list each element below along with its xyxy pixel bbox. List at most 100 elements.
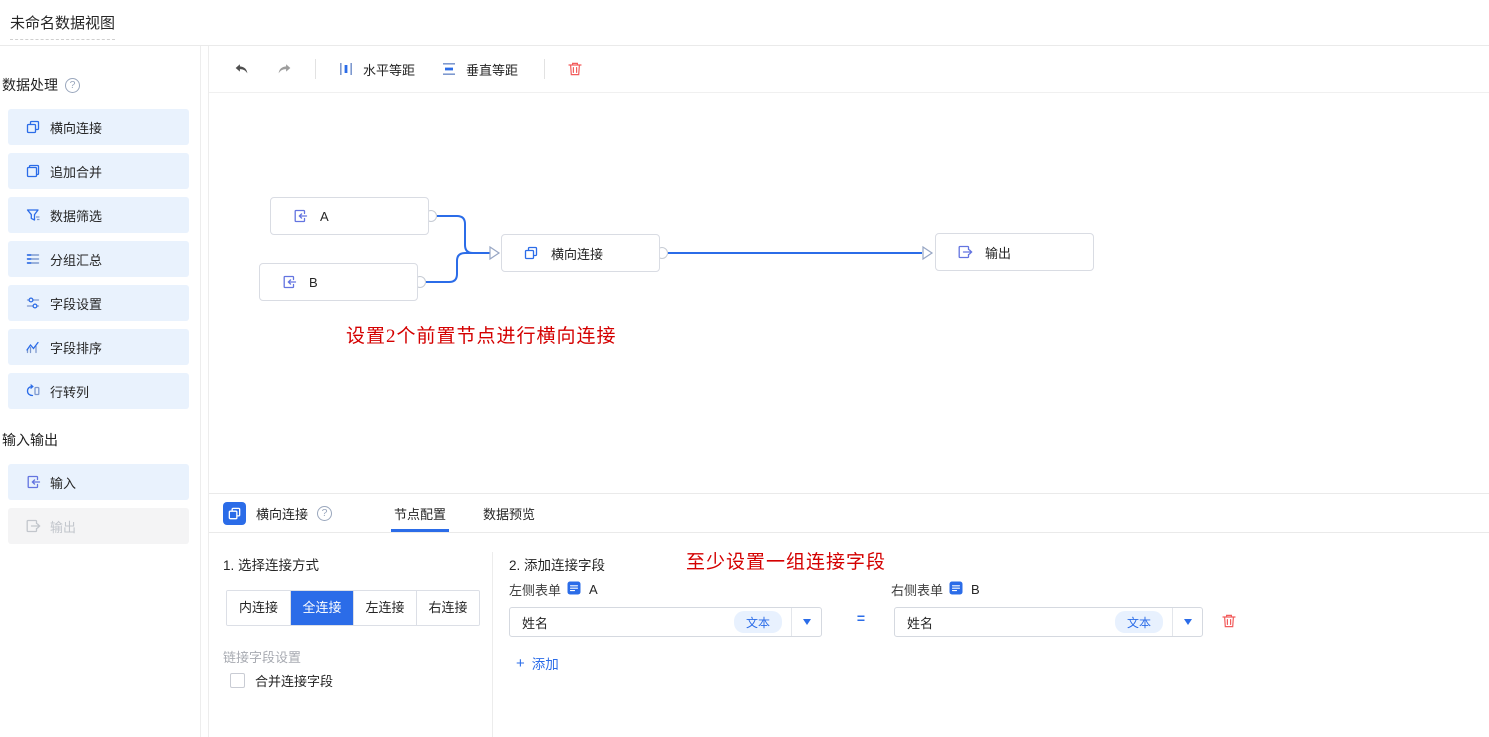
field-settings-icon [25,295,41,311]
left-form-name: A [589,582,598,597]
left-field-dropdown-button[interactable] [791,608,821,636]
left-field-select[interactable]: 姓名 文本 [509,607,822,637]
undo-icon[interactable] [233,61,250,78]
sidebar-item-filter[interactable]: 数据筛选 [8,197,189,233]
arrowhead-icon [490,247,499,259]
input-icon [25,474,41,490]
node-label: B [309,275,318,290]
flow-canvas[interactable]: A B 横向连接 输出 设置2 [209,93,1489,493]
distribute-vertical-label: 垂直等距 [466,60,518,79]
join-method-section: 1. 选择连接方式 内连接 全连接 左连接 右连接 链接字段设置 合并连接字段 [209,534,493,737]
panel-header: 横向连接 ? 节点配置 数据预览 [209,494,1489,533]
main-area: 水平等距 垂直等距 [208,46,1489,737]
help-icon[interactable]: ? [317,506,332,521]
join-fields-heading: 2. 添加连接字段 [509,554,605,574]
help-icon[interactable]: ? [65,78,80,93]
sidebar: 数据处理 ? 横向连接 追加合并 数据筛选 分组汇总 [0,46,201,737]
right-form-label: 右侧表单 B [891,580,980,599]
distribute-vertical-button[interactable]: 垂直等距 [441,60,518,79]
right-field-value: 姓名 [895,613,1115,632]
top-header: 未命名数据视图 [0,0,1489,46]
merge-join-fields-checkbox[interactable] [230,673,245,688]
sidebar-item-field-sort[interactable]: 字段排序 [8,329,189,365]
append-merge-icon [25,163,41,179]
join-fields-section: 2. 添加连接字段 至少设置一组连接字段 左侧表单 A 右侧表单 B [494,534,1489,737]
sidebar-item-input[interactable]: 输入 [8,464,189,500]
chevron-down-icon [803,619,811,625]
row-to-column-icon [25,383,41,399]
sidebar-item-label: 字段设置 [50,294,102,313]
arrowhead-icon [923,247,932,259]
flow-node-input-a[interactable]: A [270,197,429,235]
left-form-label-text: 左侧表单 [509,580,561,599]
sidebar-item-label: 输入 [50,473,76,492]
node-label: 输出 [985,243,1011,262]
toolbar-separator [544,59,545,79]
section-title-text: 输入输出 [2,430,58,450]
form-icon [949,581,963,598]
flow-node-join[interactable]: 横向连接 [501,234,660,272]
canvas-annotation: 设置2个前置节点进行横向连接 [346,321,617,348]
sidebar-item-field-settings[interactable]: 字段设置 [8,285,189,321]
sidebar-item-label: 横向连接 [50,118,102,137]
sidebar-item-label: 分组汇总 [50,250,102,269]
join-icon [523,245,539,261]
join-fields-annotation: 至少设置一组连接字段 [686,547,886,574]
add-label: 添加 [532,653,559,673]
panel-body: 1. 选择连接方式 内连接 全连接 左连接 右连接 链接字段设置 合并连接字段 … [209,534,1489,737]
tab-node-config[interactable]: 节点配置 [394,494,446,532]
document-title[interactable]: 未命名数据视图 [10,12,115,40]
sidebar-item-append[interactable]: 追加合并 [8,153,189,189]
sidebar-item-label: 行转列 [50,382,89,401]
chevron-down-icon [1184,619,1192,625]
delete-field-row-icon[interactable] [1221,613,1237,630]
form-icon [567,581,581,598]
left-form-label: 左侧表单 A [509,580,598,599]
node-label: 横向连接 [551,244,603,263]
merge-join-fields-row: 合并连接字段 [230,671,333,690]
right-form-name: B [971,582,980,597]
input-icon [292,208,308,224]
canvas-toolbar: 水平等距 垂直等距 [209,46,1489,93]
merge-join-fields-label: 合并连接字段 [255,671,333,690]
toolbar-separator [315,59,316,79]
join-type-right-button[interactable]: 右连接 [416,591,479,625]
sidebar-item-row-to-column[interactable]: 行转列 [8,373,189,409]
flow-node-input-b[interactable]: B [259,263,418,301]
right-field-select[interactable]: 姓名 文本 [894,607,1203,637]
redo-icon[interactable] [276,61,293,78]
join-icon [25,119,41,135]
distribute-vertical-icon [441,61,458,78]
distribute-horizontal-label: 水平等距 [363,60,415,79]
panel-node-title: 横向连接 [256,504,308,523]
join-type-inner-button[interactable]: 内连接 [227,591,290,625]
input-icon [281,274,297,290]
tab-data-preview[interactable]: 数据预览 [483,494,535,532]
join-type-full-button[interactable]: 全连接 [290,591,353,625]
sidebar-item-label: 字段排序 [50,338,102,357]
join-type-segmented-control: 内连接 全连接 左连接 右连接 [226,590,480,626]
add-field-row-button[interactable]: + 添加 [516,653,559,673]
sidebar-section-title-processing: 数据处理 ? [2,75,200,95]
left-field-type-badge: 文本 [734,611,782,633]
group-summary-icon [25,251,41,267]
delete-node-icon[interactable] [567,61,584,78]
sidebar-item-output: 输出 [8,508,189,544]
section-title-text: 数据处理 [2,75,58,95]
flow-node-output[interactable]: 输出 [935,233,1094,271]
output-icon [957,244,973,260]
right-form-label-text: 右侧表单 [891,580,943,599]
sidebar-item-join[interactable]: 横向连接 [8,109,189,145]
node-config-panel: 横向连接 ? 节点配置 数据预览 1. 选择连接方式 内连接 全连接 左连接 右… [209,493,1489,737]
join-method-heading: 1. 选择连接方式 [223,554,319,574]
filter-icon [25,207,41,223]
distribute-horizontal-icon [338,61,355,78]
plus-icon: + [516,655,525,672]
distribute-horizontal-button[interactable]: 水平等距 [338,60,415,79]
equals-sign: = [851,610,871,626]
right-field-dropdown-button[interactable] [1172,608,1202,636]
node-label: A [320,209,329,224]
join-type-left-button[interactable]: 左连接 [353,591,416,625]
sidebar-item-group[interactable]: 分组汇总 [8,241,189,277]
field-sort-icon [25,339,41,355]
